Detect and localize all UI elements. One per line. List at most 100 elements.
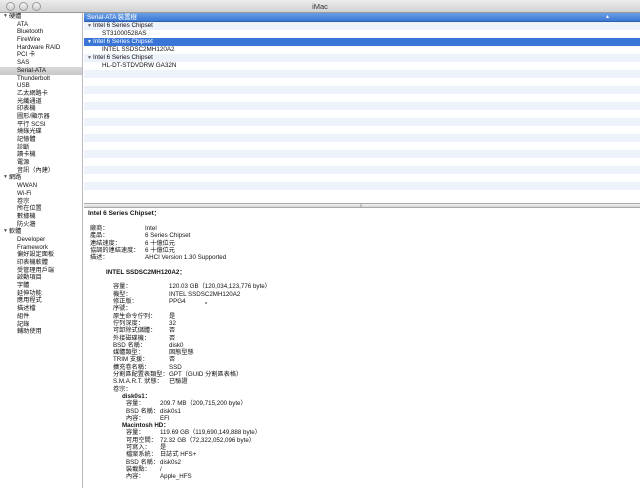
property-row: 佇列深度： 32: [113, 320, 640, 327]
disclosure-triangle-icon[interactable]: ▼: [87, 38, 92, 46]
sidebar-item[interactable]: 燒錄光碟: [0, 128, 82, 136]
sidebar-category-list: ▼ 硬體 ATA Bluetooth FireWire Hardware RAID PCI …: [0, 13, 83, 488]
sidebar-item[interactable]: Hardware RAID: [0, 44, 82, 52]
empty-row: [84, 94, 640, 102]
sidebar-item[interactable]: SAS: [0, 59, 82, 67]
property-value: disk0s2: [160, 458, 181, 466]
property-value: 32: [169, 319, 176, 327]
device-tree-pane: Serial-ATA 裝置樹 ▲ ▼ Intel 6 Series Chipset…: [84, 13, 640, 203]
sidebar-item[interactable]: 印表機軟體: [0, 259, 82, 267]
property-value: 已驗證: [169, 378, 188, 386]
disclosure-triangle-icon[interactable]: ▼: [87, 54, 92, 62]
sidebar-item[interactable]: Bluetooth: [0, 28, 82, 36]
property-key: S.M.A.R.T. 狀態：: [113, 378, 163, 386]
sidebar-item[interactable]: 乙太網路卡: [0, 90, 82, 98]
sidebar-item[interactable]: Developer: [0, 236, 82, 244]
sidebar-group-1[interactable]: ▼ 網路: [0, 174, 82, 182]
property-value: /: [160, 465, 162, 473]
empty-row: [84, 118, 640, 126]
property-row: BSD 名稱： disk0s1: [126, 408, 640, 415]
disclosure-triangle-icon[interactable]: ▼: [87, 22, 92, 30]
sidebar-item[interactable]: WWAN: [0, 182, 82, 190]
property-row: BSD 名稱： disk0s2: [126, 459, 640, 466]
stray-dot: [205, 302, 207, 304]
sidebar-group-2[interactable]: ▼ 軟體: [0, 228, 82, 236]
empty-row: [84, 142, 640, 150]
property-key: 機型：: [113, 290, 132, 298]
sidebar-item[interactable]: 偏好設定面板: [0, 251, 82, 259]
sidebar-item[interactable]: 數據機: [0, 213, 82, 221]
property-row: 協調的連結速度： 6 十億位元: [90, 247, 640, 254]
property-row: 容量： 120.03 GB（120,034,123,776 byte）: [113, 283, 640, 290]
sidebar-item[interactable]: Wi-Fi: [0, 190, 82, 198]
property-row: 媒體類型： 固態型態: [113, 349, 640, 356]
tree-row-label: INTEL SSDSC2MH120A2: [102, 46, 175, 53]
detail-title: Intel 6 Series Chipset：: [88, 210, 161, 217]
empty-row: [84, 134, 640, 142]
property-row: 擴充卷名稱： SSD: [113, 364, 640, 371]
volume-name: Macintosh HD：: [122, 422, 170, 430]
sidebar-item[interactable]: 組件: [0, 313, 82, 321]
empty-row: [84, 102, 640, 110]
sidebar-item[interactable]: Thunderbolt: [0, 75, 82, 83]
controller-properties: 廠商： Intel 產品： 6 Series Chipset 連結速度： 6 十億位元 協調…: [90, 225, 640, 261]
sidebar-item[interactable]: 印表機: [0, 105, 82, 113]
sidebar-item[interactable]: 應用程式: [0, 297, 82, 305]
tree-row-label: Intel 6 Series Chipset: [93, 54, 153, 61]
disclosure-triangle-icon[interactable]: ▼: [3, 174, 8, 182]
empty-row: [84, 158, 640, 166]
property-row: 裝載點： /: [126, 466, 640, 473]
device-tree-column-header[interactable]: Serial-ATA 裝置樹 ▲: [84, 13, 640, 22]
property-value: 否: [169, 356, 176, 364]
sidebar-group-0[interactable]: ▼ 硬體: [0, 13, 82, 21]
property-value: 否: [169, 327, 176, 335]
disclosure-triangle-icon[interactable]: ▼: [3, 13, 8, 21]
sidebar-item[interactable]: PCI 卡: [0, 51, 82, 59]
property-value: EFI: [160, 414, 170, 422]
sidebar-item[interactable]: ATA: [0, 21, 82, 29]
volume-properties: 容量： 119.69 GB（119,690,149,888 byte） 可用空間： 7…: [126, 429, 640, 480]
device-title: INTEL SSDSC2MH120A2：: [106, 269, 186, 277]
sidebar-item[interactable]: 字體: [0, 282, 82, 290]
sidebar-item[interactable]: 光纖通道: [0, 98, 82, 106]
property-row: 產品： 6 Series Chipset: [90, 232, 640, 239]
sidebar-item[interactable]: 圖形/顯示器: [0, 113, 82, 121]
disclosure-triangle-icon[interactable]: ▼: [3, 228, 8, 236]
property-value: 209.7 MB（209,715,200 byte）: [160, 400, 247, 408]
property-key: 內容：: [126, 473, 145, 481]
tree-row[interactable]: ▼ Intel 6 Series Chipset: [84, 38, 640, 46]
property-value: 否: [169, 334, 176, 342]
sidebar-item[interactable]: 讀卡機: [0, 151, 82, 159]
property-key: BSD 名稱：: [126, 458, 160, 466]
empty-row: [84, 126, 640, 134]
sidebar-item[interactable]: 描述檔: [0, 305, 82, 313]
property-row: 容量： 209.7 MB（209,715,200 byte）: [126, 400, 640, 407]
empty-row: [84, 86, 640, 94]
tree-row[interactable]: ▼ Intel 6 Series Chipset: [84, 54, 640, 62]
tree-row[interactable]: HL-DT-STDVDRW GA32N: [84, 62, 640, 70]
property-key: 容量：: [126, 429, 145, 437]
tree-row-label: Intel 6 Series Chipset: [93, 22, 153, 29]
tree-row[interactable]: INTEL SSDSC2MH120A2: [84, 46, 640, 54]
sidebar-item[interactable]: 啟動項目: [0, 274, 82, 282]
property-row: 序號：: [113, 305, 640, 312]
volumes-label: 卷宗：: [113, 385, 132, 393]
property-key: 檔案系統：: [126, 451, 157, 459]
property-row: 可寫入：是: [126, 444, 640, 451]
property-key: 可用空間：: [126, 436, 157, 444]
sidebar-item[interactable]: Serial-ATA: [0, 66, 82, 75]
property-row: 連結速度： 6 十億位元: [90, 240, 640, 247]
sidebar-item[interactable]: 輔助使用: [0, 328, 82, 336]
sidebar-item[interactable]: 記憶體: [0, 136, 82, 144]
sidebar-item[interactable]: 所在位置: [0, 205, 82, 213]
property-row: 內容： Apple_HFS: [126, 473, 640, 480]
tree-row[interactable]: ST31000528AS: [84, 30, 640, 38]
sidebar-item[interactable]: FireWire: [0, 36, 82, 44]
empty-row: [84, 110, 640, 118]
property-value: Intel: [145, 225, 157, 232]
sidebar-item[interactable]: 電源: [0, 159, 82, 167]
empty-row: [84, 166, 640, 174]
sidebar-item[interactable]: USB: [0, 82, 82, 90]
sidebar-item[interactable]: 診斷: [0, 144, 82, 152]
tree-row[interactable]: ▼ Intel 6 Series Chipset: [84, 22, 640, 30]
